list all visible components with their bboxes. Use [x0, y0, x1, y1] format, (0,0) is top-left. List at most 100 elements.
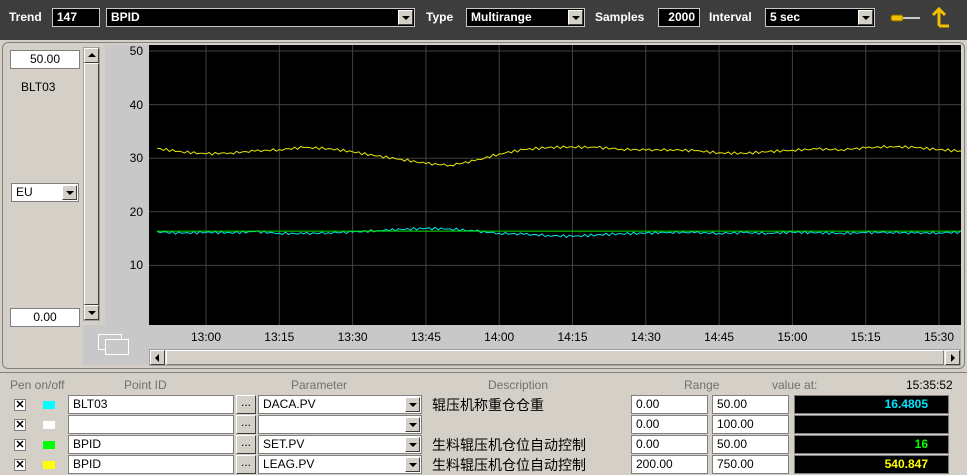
x-tick-label: 13:00: [190, 330, 222, 344]
point-browse-button[interactable]: ...: [236, 455, 256, 474]
pen-tool-icon[interactable]: [890, 8, 922, 28]
pen-toggle-checkbox[interactable]: ✕: [14, 419, 26, 431]
chevron-down-icon[interactable]: [858, 10, 873, 25]
range-low-field[interactable]: 0.00: [631, 395, 708, 414]
point-id-field[interactable]: [68, 415, 234, 434]
series-line-0: [157, 144, 964, 167]
pen-color-swatch[interactable]: [43, 461, 55, 469]
y-tick-label: 40: [129, 97, 143, 112]
point-id-field[interactable]: BPID: [68, 455, 234, 474]
pen-color-swatch[interactable]: [43, 441, 55, 449]
chevron-down-icon[interactable]: [398, 10, 413, 25]
pen-toggle-checkbox[interactable]: ✕: [14, 459, 26, 471]
vertical-scroll-thumb[interactable]: [84, 63, 99, 305]
range-low-field[interactable]: 200.00: [631, 455, 708, 474]
range-high-field[interactable]: 50.00: [712, 395, 789, 414]
trend-panel: 50.00 BLT03 EU 0.00 50 40 30 20 10 13:00 13:1…: [2, 42, 965, 369]
scroll-down-icon[interactable]: [84, 305, 99, 320]
parameter-dropdown[interactable]: DACA.PV: [258, 395, 422, 414]
range-high-field[interactable]: 750.00: [712, 455, 789, 474]
units-dropdown[interactable]: EU: [11, 183, 79, 202]
parameter-dropdown[interactable]: SET.PV: [258, 435, 422, 454]
chevron-down-icon[interactable]: [405, 417, 420, 432]
x-tick-label: 15:00: [777, 330, 808, 344]
interval-label: Interval: [709, 10, 752, 24]
scale-min-field[interactable]: 0.00: [10, 308, 80, 327]
interval-dropdown[interactable]: 5 sec: [765, 8, 875, 27]
description-text: 生料辊压机仓位自动控制: [432, 437, 586, 453]
y-tick-label: 30: [129, 151, 143, 166]
trend-number-field[interactable]: 147: [52, 8, 100, 27]
pen-toggle-checkbox[interactable]: ✕: [14, 399, 26, 411]
parameter-value: SET.PV: [263, 437, 305, 451]
current-value: 540.847: [794, 455, 949, 474]
x-tick-label: 13:15: [264, 330, 295, 344]
x-tick-label: 14:30: [630, 330, 661, 344]
trend-chart: [149, 45, 964, 325]
current-value: [794, 415, 949, 434]
point-browse-button[interactable]: ...: [236, 415, 256, 434]
pen-color-swatch[interactable]: [43, 401, 55, 409]
vertical-scrollbar[interactable]: [83, 47, 100, 321]
chevron-down-icon[interactable]: [62, 185, 77, 200]
header-pen: Pen on/off: [10, 378, 65, 392]
header-range: Range: [684, 378, 720, 392]
current-value: 16.4805: [794, 395, 949, 414]
description-text: 生料辊压机仓位自动控制: [432, 457, 586, 473]
y-tick-label: 10: [129, 258, 143, 273]
point-browse-button[interactable]: ...: [236, 435, 256, 454]
chevron-down-icon[interactable]: [405, 437, 420, 452]
chevron-down-icon[interactable]: [405, 457, 420, 472]
point-browse-button[interactable]: ...: [236, 395, 256, 414]
interval-value: 5 sec: [770, 10, 801, 24]
parameter-dropdown[interactable]: LEAG.PV: [258, 455, 422, 474]
trend-window: Trend 147 BPID Type Multirange Samples 2…: [0, 0, 967, 475]
parameter-value: DACA.PV: [263, 397, 316, 411]
horizontal-scroll-thumb[interactable]: [166, 350, 944, 365]
x-axis: 13:00 13:15 13:30 13:45 14:00 14:15 14:30 14:45…: [149, 325, 961, 349]
point-id-field[interactable]: BLT03: [68, 395, 234, 414]
pen-table: Pen on/off Point ID Parameter Descriptio…: [0, 372, 967, 475]
range-low-field[interactable]: 0.00: [631, 415, 708, 434]
trend-name-value: BPID: [111, 10, 140, 24]
range-high-field[interactable]: 100.00: [712, 415, 789, 434]
header-point: Point ID: [124, 378, 167, 392]
pen-color-swatch[interactable]: [43, 421, 55, 429]
up-arrow-icon[interactable]: [929, 4, 953, 30]
pen-toggle-checkbox[interactable]: ✕: [14, 439, 26, 451]
series-line-1: [156, 226, 964, 239]
current-value: 16: [794, 435, 949, 454]
scale-point-label: BLT03: [21, 80, 56, 94]
range-high-field[interactable]: 50.00: [712, 435, 789, 454]
units-value: EU: [16, 185, 33, 199]
scroll-left-icon[interactable]: [150, 350, 165, 365]
trend-label: Trend: [9, 10, 42, 24]
horizontal-scrollbar[interactable]: [149, 349, 961, 366]
samples-label: Samples: [595, 10, 645, 24]
x-tick-label: 15:30: [923, 330, 955, 344]
parameter-value: LEAG.PV: [263, 457, 315, 471]
point-id-field[interactable]: BPID: [68, 435, 234, 454]
x-tick-label: 13:45: [410, 330, 441, 344]
chevron-down-icon[interactable]: [405, 397, 420, 412]
trend-name-dropdown[interactable]: BPID: [106, 8, 415, 27]
windows-icon-overlay: [105, 339, 129, 355]
samples-field[interactable]: 2000: [658, 8, 700, 27]
y-axis: 50 40 30 20 10: [105, 44, 149, 325]
parameter-dropdown[interactable]: [258, 415, 422, 434]
scroll-up-icon[interactable]: [84, 48, 99, 63]
type-dropdown[interactable]: Multirange: [466, 8, 585, 27]
type-value: Multirange: [471, 10, 532, 24]
plot-area: [149, 45, 964, 325]
chevron-down-icon[interactable]: [568, 10, 583, 25]
scroll-right-icon[interactable]: [945, 350, 960, 365]
y-tick-label: 20: [129, 204, 143, 219]
header-time: 15:35:52: [906, 378, 953, 392]
x-tick-label: 14:00: [484, 330, 515, 344]
scale-max-field[interactable]: 50.00: [10, 50, 80, 69]
range-low-field[interactable]: 0.00: [631, 435, 708, 454]
x-tick-label: 14:45: [704, 330, 735, 344]
x-tick-label: 13:30: [337, 330, 368, 344]
header-description: Description: [488, 378, 549, 392]
x-tick-label: 14:15: [557, 330, 588, 344]
